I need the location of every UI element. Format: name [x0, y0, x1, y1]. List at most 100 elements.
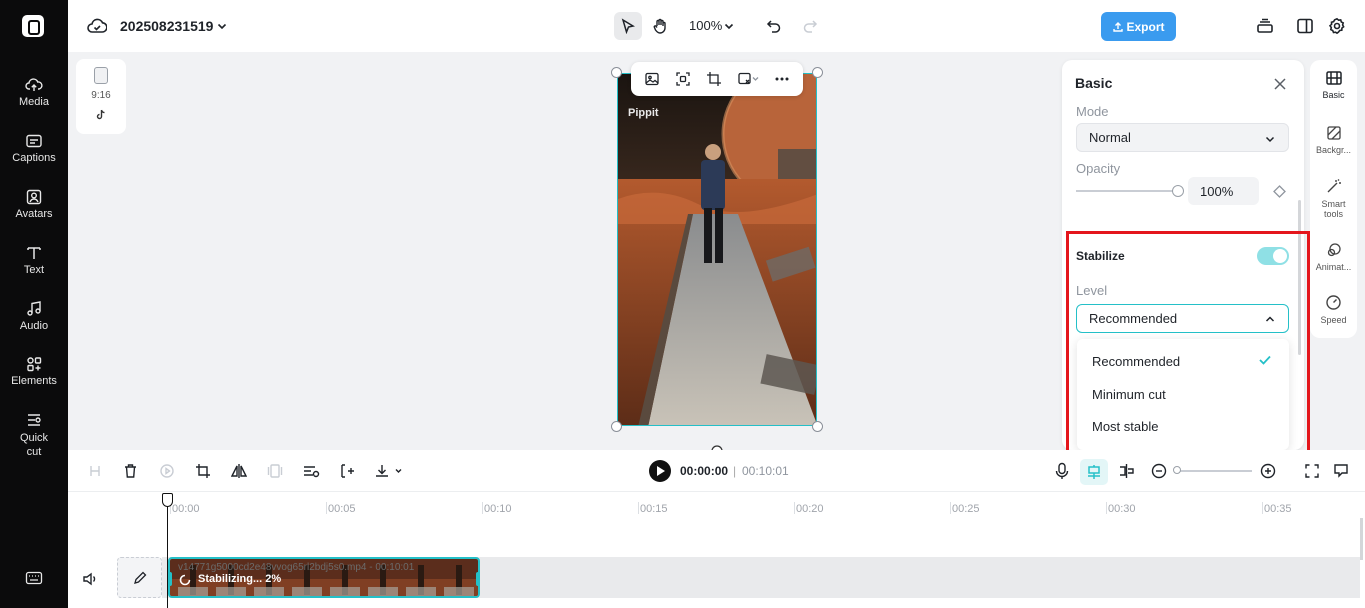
mode-value: Normal [1089, 130, 1131, 145]
ruler-tick-label: 00:20 [796, 503, 824, 515]
tab-basic[interactable]: Basic [1310, 70, 1357, 100]
mirror-icon[interactable] [231, 463, 247, 479]
quick-cut-icon [28, 414, 41, 426]
ruler-tick [326, 502, 327, 514]
tab-animation[interactable]: Animat... [1310, 242, 1357, 272]
reverse-icon[interactable] [267, 463, 283, 479]
project-title[interactable]: 202508231519 [120, 18, 213, 34]
replace-video-icon[interactable] [737, 71, 759, 87]
text-icon [27, 247, 41, 259]
crop-icon[interactable] [195, 463, 211, 479]
aspect-ratio-card[interactable]: 9:16 [76, 59, 126, 134]
auto-snap-button[interactable] [1080, 459, 1108, 485]
zoom-level[interactable]: 100% [689, 18, 722, 33]
clip-filename: v14771g5000cd2e48vvog65rl2bdj5s0.mp4 - 0… [178, 562, 415, 573]
background-icon [1326, 126, 1341, 140]
ruler-tick [1262, 502, 1263, 514]
microphone-icon[interactable] [1054, 462, 1070, 480]
ruler-tick-label: 00:30 [1108, 503, 1136, 515]
split-screen-icon[interactable] [1118, 463, 1135, 479]
resize-handle-top-right[interactable] [812, 67, 823, 78]
nav-avatars-label: Avatars [15, 208, 53, 220]
cloud-save-icon[interactable] [87, 17, 107, 35]
download-icon[interactable] [374, 463, 404, 479]
clip-trim-handle-right[interactable] [476, 572, 480, 586]
ruler-tick [950, 502, 951, 514]
cover-button[interactable] [117, 557, 162, 598]
captions-icon [26, 134, 42, 148]
nav-media-label: Media [19, 96, 49, 108]
ruler-tick [794, 502, 795, 514]
resize-handle-top-left[interactable] [611, 67, 622, 78]
split-icon[interactable] [88, 464, 102, 478]
nav-quick-cut[interactable]: Quick cut [0, 411, 68, 459]
timeline-zoom-thumb[interactable] [1173, 466, 1181, 474]
play-button[interactable] [649, 460, 671, 482]
speaker-icon[interactable] [82, 571, 98, 587]
tab-speed-label: Speed [1320, 315, 1347, 325]
basic-icon [1325, 71, 1342, 85]
opacity-input[interactable]: 100% [1188, 177, 1259, 205]
panel-layout-icon[interactable] [1296, 17, 1314, 35]
crop-icon[interactable] [706, 71, 722, 87]
playhead-handle[interactable] [162, 493, 173, 507]
app-logo[interactable] [22, 15, 44, 37]
speed-curve-icon[interactable] [303, 463, 320, 479]
nav-audio[interactable]: Audio [0, 300, 68, 332]
zoom-chevron-down-icon[interactable] [723, 20, 735, 32]
freeze-icon[interactable] [159, 463, 175, 479]
settings-gear-icon[interactable] [1328, 17, 1346, 35]
video-preview[interactable] [617, 73, 817, 426]
delete-icon[interactable] [123, 463, 138, 479]
layers-icon[interactable] [1256, 17, 1274, 35]
clip-trim-handle-left[interactable] [168, 572, 172, 586]
ruler-tick-label: 00:10 [484, 503, 512, 515]
opacity-slider-thumb[interactable] [1172, 185, 1184, 197]
magnet-icon [1088, 465, 1100, 479]
timeline-zoom-slider[interactable] [1176, 470, 1252, 472]
feedback-icon[interactable] [1333, 463, 1349, 479]
ruler-tick [482, 502, 483, 514]
zoom-in-icon[interactable] [1260, 463, 1276, 479]
opacity-slider-track[interactable] [1076, 190, 1178, 192]
zoom-out-icon[interactable] [1151, 463, 1167, 479]
tab-smart-tools[interactable]: Smart tools [1310, 177, 1357, 219]
total-duration: 00:10:01 [742, 464, 789, 478]
hand-icon [653, 18, 666, 34]
mode-select[interactable]: Normal [1076, 123, 1289, 152]
tiktok-icon [96, 109, 105, 120]
tab-smart-tools-label: Smart tools [1321, 199, 1346, 219]
resize-handle-bottom-right[interactable] [812, 421, 823, 432]
panel-title: Basic [1075, 75, 1113, 91]
keyboard-shortcuts-button[interactable] [0, 571, 68, 587]
keyframe-diamond-icon[interactable] [1273, 185, 1286, 198]
undo-icon[interactable] [766, 18, 782, 34]
tab-background-label: Backgr... [1315, 145, 1351, 155]
resize-handle-bottom-left[interactable] [611, 421, 622, 432]
nav-captions[interactable]: Captions [0, 132, 68, 164]
select-tool-button[interactable] [614, 12, 642, 40]
timeline-scrollbar[interactable] [1360, 518, 1363, 560]
elements-icon [27, 357, 42, 372]
tab-background[interactable]: Backgr... [1310, 125, 1357, 155]
avatar-icon [26, 189, 42, 205]
export-button[interactable]: Export [1101, 12, 1176, 41]
tab-speed[interactable]: Speed [1310, 294, 1357, 325]
replace-image-icon[interactable] [644, 71, 660, 87]
hand-tool-button[interactable] [646, 12, 674, 40]
more-options-icon[interactable] [774, 71, 790, 87]
smart-cut-icon[interactable] [339, 463, 355, 479]
ruler-tick-label: 00:00 [172, 503, 200, 515]
nav-avatars[interactable]: Avatars [0, 188, 68, 220]
watermark-logo: Pippit [628, 107, 659, 119]
close-icon[interactable] [1273, 77, 1287, 91]
nav-media[interactable]: Media [0, 76, 68, 108]
nav-elements-label: Elements [11, 375, 57, 387]
fullscreen-icon[interactable] [1304, 463, 1320, 479]
ruler-tick-label: 00:25 [952, 503, 980, 515]
nav-elements[interactable]: Elements [0, 355, 68, 387]
focus-frame-icon[interactable] [675, 71, 691, 87]
nav-text[interactable]: Text [0, 244, 68, 276]
redo-icon[interactable] [802, 18, 818, 34]
chevron-down-icon[interactable] [216, 20, 228, 32]
